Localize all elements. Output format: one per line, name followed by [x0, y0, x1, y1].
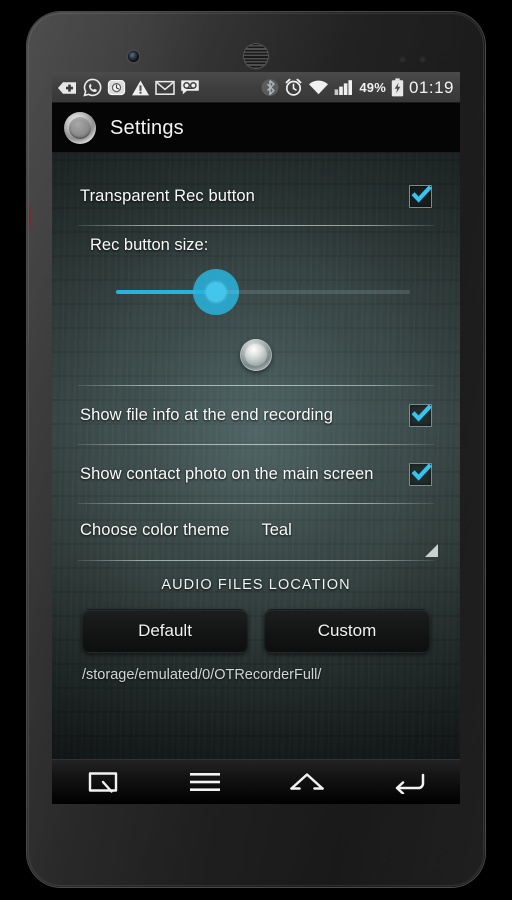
setting-rec-button-size[interactable]: Rec button size: [72, 226, 440, 385]
slider-fill [116, 290, 219, 294]
setting-transparent-rec-button[interactable]: Transparent Rec button [72, 153, 440, 225]
check-icon [411, 403, 432, 422]
phone-device: 49% 01:19 Settings Transparent Rec butto… [27, 12, 485, 887]
menu-icon [190, 772, 220, 791]
setting-color-theme[interactable]: Choose color theme Teal [72, 504, 440, 560]
setting-label: Show file info at the end recording [80, 405, 333, 424]
warning-triangle-icon [132, 80, 149, 95]
action-bar: Settings [52, 103, 460, 153]
settings-content: Transparent Rec button Rec button size: [52, 153, 460, 759]
default-location-button[interactable]: Default [82, 609, 248, 653]
system-navigation-bar [52, 759, 460, 804]
show-contact-photo-checkbox[interactable] [409, 462, 432, 486]
tag-plus-icon [58, 81, 76, 94]
phone-screen: 49% 01:19 Settings Transparent Rec butto… [52, 72, 460, 804]
home-button[interactable] [274, 759, 340, 804]
setting-show-contact-photo[interactable]: Show contact photo on the main screen [72, 445, 440, 503]
bluetooth-icon [261, 79, 279, 96]
status-bar-clock: 01:19 [408, 78, 454, 97]
cellular-signal-icon [334, 80, 353, 95]
show-file-info-checkbox[interactable] [409, 403, 432, 427]
home-icon [290, 772, 324, 790]
status-bar[interactable]: 49% 01:19 [52, 72, 460, 103]
recents-search-button[interactable] [70, 759, 136, 804]
check-icon [411, 462, 432, 481]
proximity-sensor-icon [399, 56, 406, 63]
status-bar-system-icons: 49% 01:19 [261, 78, 454, 97]
record-button-preview [240, 339, 272, 371]
section-header: AUDIO FILES LOCATION [161, 577, 351, 593]
speaker-grille-icon [243, 43, 269, 69]
record-button-icon[interactable] [64, 112, 96, 144]
front-camera-icon [128, 51, 139, 62]
camera-clock-icon [107, 80, 126, 96]
slider-track[interactable] [116, 290, 410, 294]
setting-label: Choose color theme [80, 520, 230, 539]
audio-files-location-section: AUDIO FILES LOCATION Default Custom /sto… [72, 561, 440, 683]
setting-show-file-info[interactable]: Show file info at the end recording [72, 386, 440, 444]
location-button-group: Default Custom [80, 609, 432, 653]
voicemail-icon [181, 80, 199, 95]
back-button[interactable] [376, 759, 442, 804]
color-theme-value[interactable]: Teal [261, 521, 291, 540]
alarm-clock-icon [285, 78, 302, 96]
battery-percent-label: 49% [359, 80, 386, 95]
side-accent [29, 202, 31, 236]
whatsapp-icon [83, 78, 102, 97]
page-title: Settings [110, 116, 184, 139]
battery-charging-icon [391, 78, 404, 97]
setting-label: Transparent Rec button [80, 186, 255, 205]
spinner-caret-icon[interactable] [425, 544, 438, 557]
recents-search-icon [88, 771, 118, 793]
wifi-icon [309, 80, 329, 95]
back-icon [395, 773, 425, 794]
audio-path-label: /storage/emulated/0/OTRecorderFull/ [82, 667, 322, 683]
rec-size-slider[interactable] [80, 269, 432, 371]
setting-label: Show contact photo on the main screen [80, 464, 374, 483]
transparent-rec-checkbox[interactable] [409, 184, 432, 208]
status-bar-notification-icons [57, 78, 200, 97]
check-icon [411, 184, 432, 203]
custom-location-button[interactable]: Custom [264, 609, 430, 653]
light-sensor-icon [419, 56, 426, 63]
menu-button[interactable] [172, 759, 238, 804]
gmail-icon [155, 80, 175, 95]
setting-label: Rec button size: [90, 236, 209, 254]
power-button[interactable] [27, 342, 29, 396]
